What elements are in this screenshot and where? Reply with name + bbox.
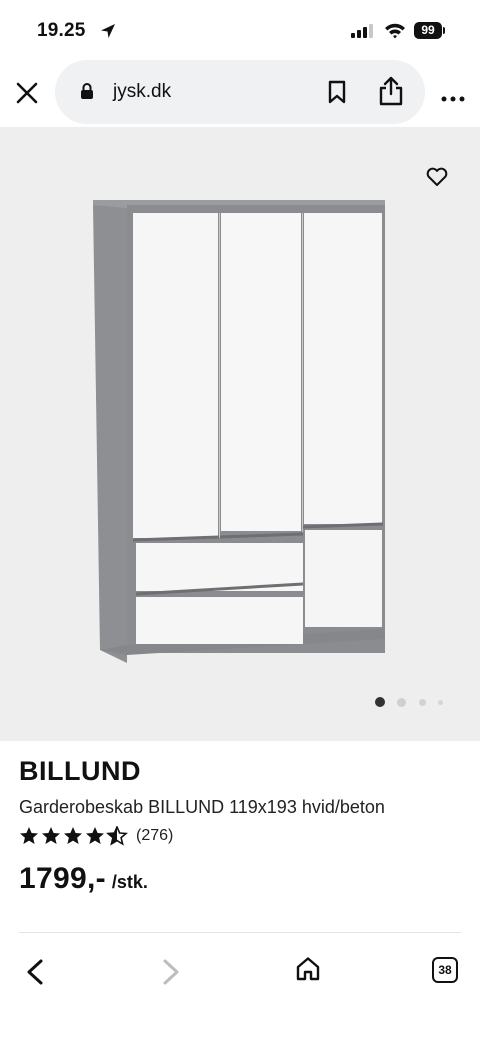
carousel-dot-1[interactable] (375, 697, 385, 707)
product-name: BILLUND (19, 756, 141, 786)
product-description: Garderobeskab BILLUND 119x193 hvid/beton (19, 797, 385, 817)
home-icon[interactable] (294, 955, 322, 988)
rating-stars-icon (20, 826, 128, 846)
carousel-dot-2[interactable] (397, 698, 406, 707)
review-count[interactable]: (276) (136, 827, 173, 845)
product-price: 1799,- (19, 862, 106, 895)
url-text: jysk.dk (113, 81, 172, 102)
browser-url-bar-row: jysk.dk (0, 60, 480, 126)
browser-bottom-toolbar: 38 (0, 933, 480, 1039)
lock-icon (80, 82, 94, 105)
close-icon[interactable] (15, 81, 39, 105)
tabs-button[interactable]: 38 (432, 957, 458, 983)
location-arrow-icon (99, 22, 117, 45)
price-unit: /stk. (111, 872, 148, 892)
price-row: 1799,-/stk. (19, 862, 148, 896)
product-image-gallery[interactable] (0, 127, 480, 741)
cellular-signal-icon (351, 24, 373, 43)
carousel-dot-3[interactable] (419, 699, 426, 706)
wifi-icon (384, 22, 406, 44)
share-icon[interactable] (377, 75, 405, 112)
back-icon[interactable] (24, 958, 46, 991)
more-icon[interactable] (441, 89, 465, 107)
wardrobe-image (93, 200, 385, 663)
battery-level: 99 (414, 22, 442, 39)
battery-indicator: 99 (414, 22, 446, 39)
status-bar: 19.25 99 (0, 0, 480, 60)
carousel-dot-4[interactable] (438, 700, 443, 705)
forward-icon[interactable] (160, 958, 182, 991)
wishlist-heart-icon[interactable] (426, 167, 448, 192)
battery-tip (443, 27, 445, 34)
address-bar[interactable]: jysk.dk (55, 60, 425, 124)
status-time: 19.25 (37, 20, 86, 41)
bookmark-icon[interactable] (327, 80, 347, 109)
